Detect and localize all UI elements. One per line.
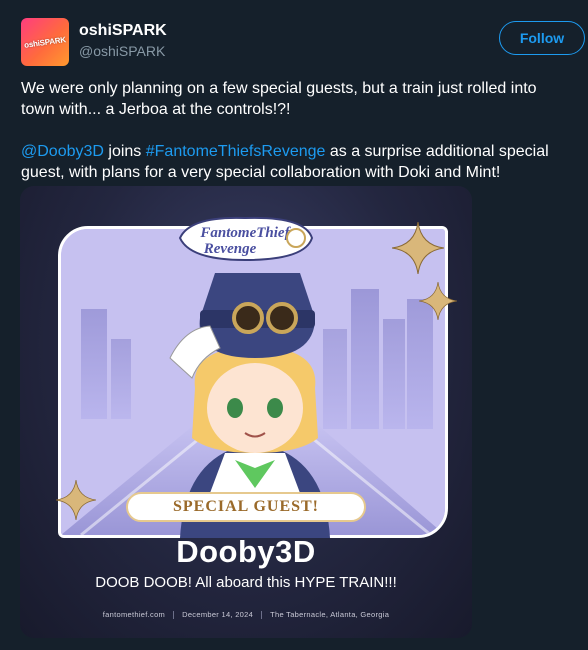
mention-link[interactable]: @Dooby3D (21, 143, 104, 160)
tweet-media-image[interactable]: FantomeThief Revenge SPECIAL GUEST! Doob… (20, 186, 472, 638)
tweet-paragraph-2: @Dooby3D joins #FantomeThiefsRevenge as … (21, 141, 566, 183)
footer-date: December 14, 2024 (182, 610, 254, 619)
sparkle-icon (392, 222, 444, 274)
footer-divider (261, 611, 263, 620)
event-footer: fantomethief.com December 14, 2024 The Tab… (20, 610, 472, 620)
event-logo-line1: FantomeThief (199, 225, 291, 241)
footer-site: fantomethief.com (102, 610, 166, 619)
tweet-paragraph-1: We were only planning on a few special g… (21, 80, 537, 118)
follow-button[interactable]: Follow (499, 21, 585, 55)
display-name[interactable]: oshiSPARK (79, 22, 167, 40)
footer-venue: The Tabernacle, Atlanta, Georgia (270, 610, 390, 619)
profile-avatar[interactable]: oshiSPARK (21, 18, 69, 66)
sparkle-icon (56, 480, 96, 520)
guest-tagline: DOOB DOOB! All aboard this HYPE TRAIN!!! (95, 574, 397, 591)
guest-name: Dooby3D (176, 534, 316, 569)
footer-divider (173, 611, 175, 620)
brand-logo-icon: oshiSPARK (23, 34, 67, 50)
tweet-card: oshiSPARK oshiSPARK @oshiSPARK Follow We… (0, 0, 588, 650)
special-guest-banner: SPECIAL GUEST! (126, 492, 366, 522)
user-handle[interactable]: @oshiSPARK (79, 43, 165, 59)
sparkle-icon (419, 282, 457, 320)
tweet-text: We were only planning on a few special g… (21, 78, 566, 183)
hashtag-link[interactable]: #FantomeThiefsRevenge (146, 143, 326, 160)
joins-text: joins (103, 143, 146, 160)
